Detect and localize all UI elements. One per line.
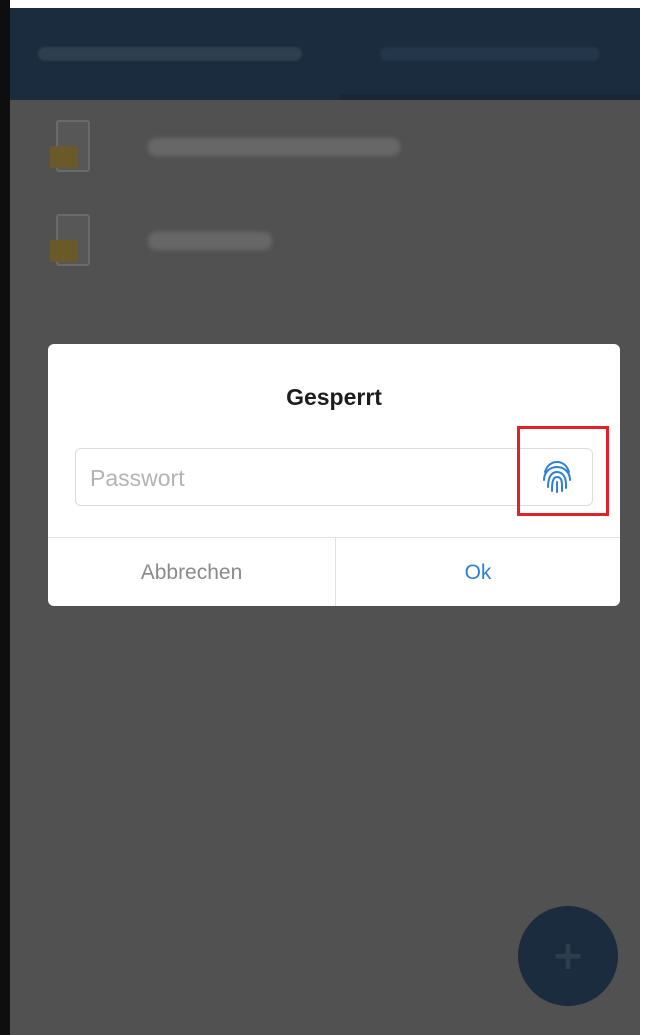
ok-button[interactable]: Ok xyxy=(336,538,620,606)
list-item[interactable] xyxy=(10,104,640,194)
password-field xyxy=(75,448,593,507)
add-button[interactable]: + xyxy=(518,906,618,1006)
list-item-title-blurred xyxy=(148,232,272,250)
password-input[interactable] xyxy=(88,449,512,507)
file-icon xyxy=(50,214,94,272)
tab-2[interactable] xyxy=(340,8,640,100)
tab-1[interactable] xyxy=(10,8,330,100)
file-icon xyxy=(50,120,94,178)
left-border xyxy=(0,0,10,1035)
list-item[interactable] xyxy=(10,198,640,288)
highlight-annotation xyxy=(517,426,609,516)
cancel-button[interactable]: Abbrechen xyxy=(48,538,336,606)
tab-indicator xyxy=(340,94,640,100)
tab-1-label-blurred xyxy=(38,47,302,61)
top-border xyxy=(0,0,646,8)
tab-2-label-blurred xyxy=(380,47,600,61)
app-screen: Gesperrt Abbrechen Ok + xyxy=(10,8,640,1035)
list-item-title-blurred xyxy=(148,138,400,156)
plus-icon: + xyxy=(551,933,585,979)
app-bar xyxy=(10,8,640,100)
dialog-title: Gesperrt xyxy=(286,384,382,410)
dialog-actions: Abbrechen Ok xyxy=(48,537,620,606)
